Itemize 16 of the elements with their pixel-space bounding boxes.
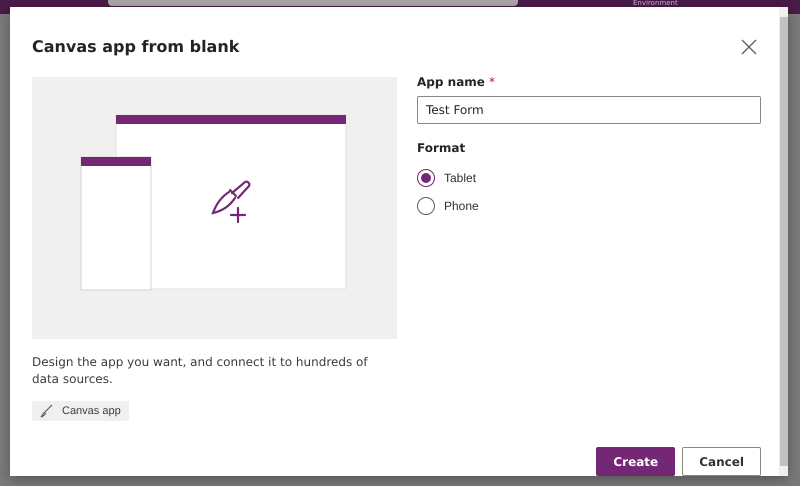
app-name-input[interactable]: Test Form xyxy=(417,96,761,124)
search-bar[interactable] xyxy=(108,0,518,6)
scrollbar[interactable] xyxy=(779,7,788,476)
format-radio-option[interactable]: Tablet xyxy=(417,169,761,187)
canvas-app-tag[interactable]: Canvas app xyxy=(32,401,129,421)
app-name-label: App name xyxy=(417,75,485,89)
format-label: Format xyxy=(417,141,466,155)
format-radio-option[interactable]: Phone xyxy=(417,197,761,215)
description-text: Design the app you want, and connect it to hundreds of data sources. xyxy=(32,354,369,388)
close-button[interactable] xyxy=(739,37,759,57)
required-mark: * xyxy=(488,75,495,89)
dialog-title: Canvas app from blank xyxy=(32,36,240,56)
secondary-button[interactable]: Cancel xyxy=(682,447,761,476)
brush-plus-icon xyxy=(212,180,250,224)
primary-button[interactable]: Create xyxy=(596,447,676,476)
brush-icon xyxy=(40,404,54,418)
